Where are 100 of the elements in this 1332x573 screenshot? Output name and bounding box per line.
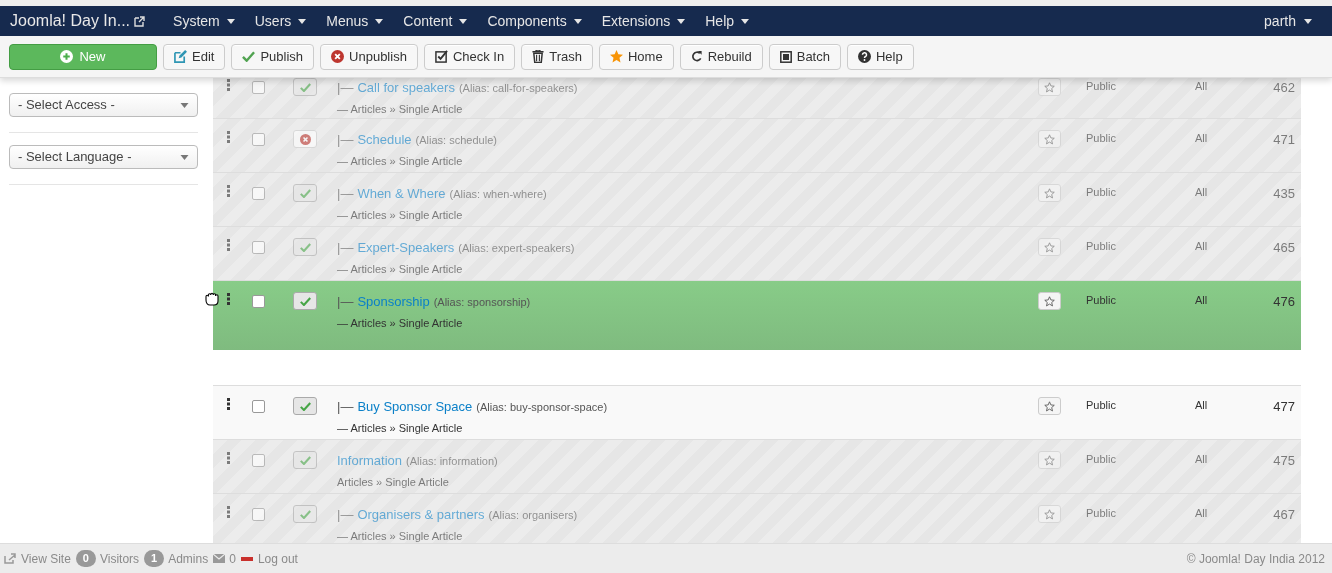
item-id: 465 [1272, 239, 1295, 257]
menu-item-type: — Articles » Single Article [337, 315, 464, 331]
checkin-button[interactable]: Check In [423, 43, 516, 70]
home-star-button[interactable] [1038, 238, 1061, 256]
nav-menu[interactable]: Content [393, 10, 478, 32]
home-star-button[interactable] [1038, 505, 1061, 523]
published-toggle[interactable] [293, 238, 317, 256]
drag-handle-icon[interactable] [226, 293, 230, 305]
item-id: 435 [1272, 185, 1295, 203]
row-checkbox[interactable] [251, 454, 265, 467]
edit-button[interactable]: Edit [163, 43, 226, 70]
drag-handle-icon[interactable] [226, 239, 230, 251]
published-toggle[interactable] [293, 184, 317, 202]
external-link-icon[interactable] [134, 15, 146, 27]
drag-handle-icon[interactable] [226, 506, 230, 518]
visitors-label: Visitors [99, 550, 140, 568]
alias-text: (Alias: sponsorship) [433, 295, 531, 310]
language: All [1195, 506, 1209, 521]
nav-menu[interactable]: Users [244, 10, 317, 32]
star-outline-icon [1044, 81, 1055, 93]
tree-prefix: |— [337, 398, 354, 416]
home-star-button[interactable] [1038, 184, 1061, 202]
published-toggle[interactable] [293, 505, 317, 523]
home-button[interactable]: Home [598, 43, 674, 70]
caret-icon [677, 18, 686, 24]
table-row[interactable]: |— Call for speakers (Alias: call-for-speakers) — Articles » Single Article Public All 462 [213, 78, 1301, 118]
table-row[interactable]: |— Buy Sponsor Space (Alias: buy-sponsor-space) — Articles » Single Article Public All 477 [213, 385, 1301, 439]
unpublished-toggle[interactable] [293, 130, 317, 148]
copyright-text: © Joomla! Day India 2012 [1186, 550, 1326, 568]
language: All [1195, 131, 1209, 146]
language: All [1195, 239, 1209, 254]
publish-button[interactable]: Publish [231, 43, 315, 70]
item-title-link[interactable]: Buy Sponsor Space [357, 397, 473, 417]
star-outline-icon [1044, 241, 1055, 253]
tree-prefix: |— [337, 131, 354, 149]
site-title[interactable]: Joomla! Day In... [10, 9, 131, 33]
rebuild-button[interactable]: Rebuild [679, 43, 763, 70]
check-icon [242, 51, 256, 62]
table-row[interactable]: Information (Alias: information) Articles » Single Article Public All 475 [213, 439, 1301, 493]
check-icon [299, 82, 311, 92]
table-row[interactable]: |— When & Where (Alias: when-where) — Articles » Single Article Public All 435 [213, 172, 1301, 226]
published-toggle[interactable] [293, 451, 317, 469]
menu-item-type: Articles » Single Article [337, 474, 450, 490]
drag-handle-icon[interactable] [226, 452, 230, 464]
row-checkbox[interactable] [251, 241, 265, 254]
user-menu[interactable]: parth [1264, 10, 1332, 32]
home-star-button[interactable] [1038, 130, 1061, 148]
table-row[interactable]: |— Expert-Speakers (Alias: expert-speakers) — Articles » Single Article Public All 465 [213, 226, 1301, 280]
table-row[interactable]: |— Schedule (Alias: schedule) — Articles » Single Article Public All 471 [213, 118, 1301, 172]
select-dropdown[interactable]: - Select Access - [9, 93, 198, 117]
nav-menu[interactable]: Help [695, 10, 760, 32]
star-icon [609, 50, 623, 63]
access-level: Public [1086, 293, 1117, 308]
table-row[interactable]: |— Organisers & partners (Alias: organisers) — Articles » Single Article Public All 467 [213, 493, 1301, 543]
batch-button[interactable]: Batch [768, 43, 841, 70]
nav-menu[interactable]: Extensions [591, 10, 696, 32]
row-checkbox[interactable] [251, 508, 265, 521]
home-star-button[interactable] [1038, 451, 1061, 469]
visitors-count-badge: 0 [75, 550, 96, 567]
caret-icon [298, 18, 307, 24]
select-dropdown[interactable]: - Select Language - [9, 145, 198, 169]
external-link-icon [4, 553, 16, 564]
drag-handle-icon[interactable] [226, 185, 230, 197]
access-level: Public [1086, 131, 1117, 146]
row-checkbox[interactable] [251, 400, 265, 413]
row-checkbox[interactable] [251, 295, 265, 308]
hand-cursor-icon [204, 291, 220, 306]
nav-menu[interactable]: System [163, 10, 245, 32]
drag-handle-icon[interactable] [226, 79, 230, 91]
caret-icon [741, 18, 750, 24]
row-checkbox[interactable] [251, 133, 265, 146]
caret-icon [180, 154, 189, 160]
admins-count-badge: 1 [144, 550, 165, 567]
checkbox-icon [434, 50, 448, 63]
nav-menu[interactable]: Menus [316, 10, 394, 32]
close-circle-icon [331, 50, 345, 63]
help-button[interactable]: Help [846, 43, 914, 70]
row-checkbox[interactable] [251, 81, 265, 94]
home-star-button[interactable] [1038, 397, 1061, 415]
check-icon [299, 242, 311, 252]
home-star-button[interactable] [1038, 78, 1061, 96]
published-toggle[interactable] [293, 292, 317, 310]
alias-text: (Alias: expert-speakers) [458, 241, 575, 256]
access-level: Public [1086, 506, 1117, 521]
trash-button[interactable]: Trash [521, 43, 593, 70]
drag-handle-icon[interactable] [226, 398, 230, 410]
plus-circle-icon [60, 50, 74, 63]
published-toggle[interactable] [293, 78, 317, 96]
star-outline-icon [1044, 508, 1055, 520]
alias-text: (Alias: organisers) [488, 508, 578, 523]
check-icon [299, 188, 311, 198]
check-icon [299, 509, 311, 519]
nav-menu[interactable]: Components [477, 10, 592, 32]
edit-icon [174, 50, 187, 63]
unpublish-button[interactable]: Unpublish [320, 43, 418, 70]
published-toggle[interactable] [293, 397, 317, 415]
home-star-button[interactable] [1038, 292, 1061, 310]
help-icon [857, 50, 871, 63]
drag-handle-icon[interactable] [226, 131, 230, 143]
row-checkbox[interactable] [251, 187, 265, 200]
